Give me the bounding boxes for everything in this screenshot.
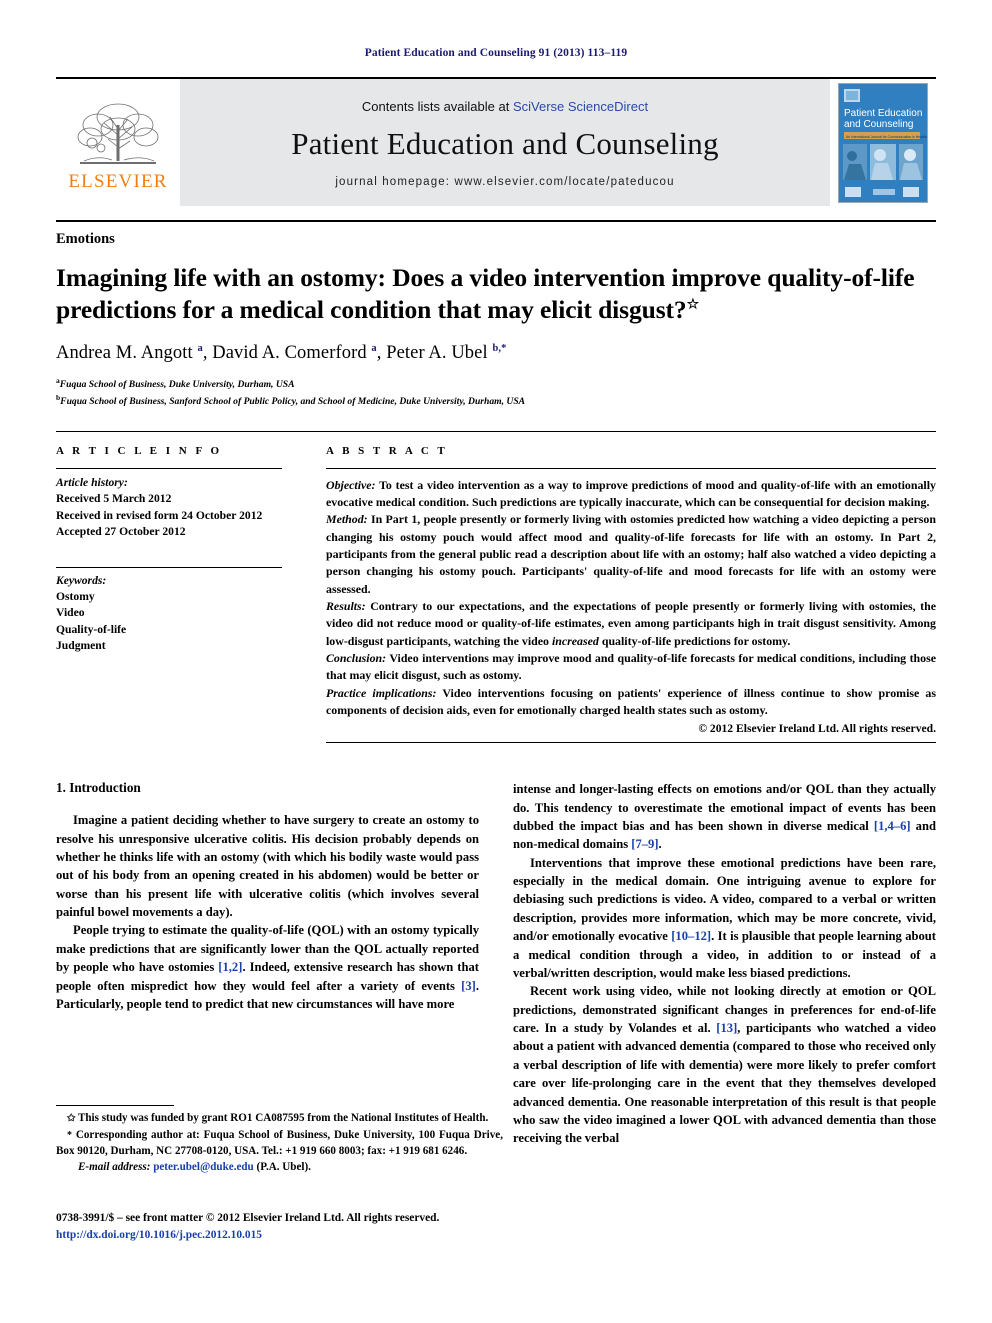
abstract-column: A B S T R A C T Objective: To test a vid… [304, 444, 936, 744]
footnote-text: ✩ This study was funded by grant RO1 CA0… [56, 1110, 503, 1175]
imprint-front-matter: 0738-3991/$ – see front matter © 2012 El… [56, 1212, 440, 1224]
citation-reference[interactable]: [10–12] [671, 929, 711, 943]
elsevier-tree-icon [77, 103, 159, 164]
body-text-right: intense and longer-lasting effects on em… [513, 780, 936, 1148]
journal-cover-thumbnail: Patient Education and Counseling An Inte… [838, 82, 928, 203]
footnote-rule [56, 1105, 174, 1106]
elsevier-logo-block: ELSEVIER [56, 79, 180, 206]
article-history-label: Article history: [56, 475, 128, 489]
citation-reference[interactable]: [7–9] [631, 837, 658, 851]
keywords-block: Keywords: Ostomy Video Quality-of-life J… [56, 573, 282, 655]
svg-text:Patient Education: Patient Education [844, 108, 922, 119]
abstract-bottom-rule [326, 742, 936, 744]
abstract-section: Results: Contrary to our expectations, a… [326, 598, 936, 650]
abstract-section-label: Conclusion: [326, 650, 387, 665]
sciencedirect-link[interactable]: SciVerse ScienceDirect [513, 99, 648, 114]
abstract-section: Objective: To test a video intervention … [326, 477, 936, 512]
article-info-column: A R T I C L E I N F O Article history: R… [56, 445, 304, 743]
doi-link[interactable]: http://dx.doi.org/10.1016/j.pec.2012.10.… [56, 1227, 516, 1244]
body-column-left: 1. Introduction Imagine a patient decidi… [56, 780, 479, 1148]
introduction-heading: 1. Introduction [56, 780, 141, 796]
journal-article-page: Patient Education and Counseling 91 (201… [0, 0, 992, 1323]
running-head: Patient Education and Counseling 91 (201… [364, 47, 628, 59]
footnote-funding-marker: ✩ [67, 1113, 76, 1124]
contents-available-line: Contents lists available at SciVerse Sci… [362, 99, 648, 114]
body-text-left: Imagine a patient deciding whether to ha… [56, 811, 479, 1013]
keyword-item: Ostomy [56, 590, 95, 604]
body-paragraph: Imagine a patient deciding whether to ha… [56, 813, 479, 919]
author-list: Andrea M. Angott a, David A. Comerford a… [56, 343, 507, 364]
footnotes-block: ✩ This study was funded by grant RO1 CA0… [56, 1105, 503, 1175]
keywords-label: Keywords: [56, 573, 107, 587]
journal-homepage[interactable]: journal homepage: www.elsevier.com/locat… [335, 176, 674, 188]
citation-reference[interactable]: [3] [461, 979, 476, 993]
article-history: Article history: Received 5 March 2012 R… [56, 475, 282, 541]
body-paragraph: Recent work using video, while not looki… [513, 984, 936, 1146]
abstract-section-text: Contrary to our expectations, and the ex… [326, 598, 936, 648]
info-abstract-region: A R T I C L E I N F O Article history: R… [56, 430, 936, 744]
abstract-heading: A B S T R A C T [326, 444, 448, 457]
svg-text:and Counseling: and Counseling [844, 119, 914, 130]
article-info-rule [56, 467, 282, 469]
abstract-section: Practice implications: Video interventio… [326, 685, 936, 720]
keywords-rule [56, 566, 282, 568]
abstract-copyright: © 2012 Elsevier Ireland Ltd. All rights … [698, 722, 936, 736]
footnote-corresponding-text: Corresponding author at: Fuqua School of… [56, 1128, 503, 1158]
journal-title: Patient Education and Counseling [291, 125, 719, 161]
email-link[interactable]: peter.ubel@duke.edu [153, 1161, 254, 1173]
keyword-item: Quality-of-life [56, 622, 127, 636]
abstract-section: Method: In Part 1, people presently or f… [326, 511, 936, 598]
article-section-label: Emotions [56, 231, 115, 247]
email-label: E-mail address: [78, 1161, 151, 1174]
abstract-section-text: In Part 1, people presently or formerly … [326, 512, 936, 596]
title-footnote-marker: ☆ [686, 297, 700, 313]
article-info-heading: A R T I C L E I N F O [56, 444, 223, 457]
citation-reference[interactable]: [1,2] [218, 960, 242, 974]
abstract-section: Conclusion: Video interventions may impr… [326, 650, 936, 685]
history-revised: Received in revised form 24 October 2012 [56, 508, 263, 522]
body-paragraph: People trying to estimate the quality-of… [56, 923, 479, 1011]
abstract-section-label: Method: [326, 512, 368, 527]
keyword-item: Judgment [56, 639, 106, 653]
affiliation-text-a: Fuqua School of Business, Duke Universit… [59, 379, 295, 391]
affiliation-list: aFuqua School of Business, Duke Universi… [56, 376, 936, 408]
body-columns: 1. Introduction Imagine a patient decidi… [56, 780, 936, 1148]
affiliation-text-b: Fuqua School of Business, Sanford School… [60, 395, 526, 407]
citation-reference[interactable]: [1,4–6] [874, 819, 911, 833]
history-received: Received 5 March 2012 [56, 492, 172, 506]
masthead-center: Contents lists available at SciVerse Sci… [180, 79, 830, 206]
footnote-email: E-mail address: peter.ubel@duke.edu (P.A… [56, 1159, 503, 1175]
affiliation-b: bFuqua School of Business, Sanford Schoo… [56, 393, 936, 409]
journal-cover-art: Patient Education and Counseling An Inte… [839, 83, 927, 202]
citation-reference[interactable]: [13] [716, 1021, 737, 1035]
elsevier-wordmark: ELSEVIER [68, 170, 168, 192]
footnote-funding: ✩ This study was funded by grant RO1 CA0… [56, 1110, 503, 1127]
keyword-item: Video [56, 606, 85, 620]
body-paragraph: Interventions that improve these emotion… [513, 855, 936, 980]
body-column-right: intense and longer-lasting effects on em… [513, 780, 936, 1148]
journal-masthead: ELSEVIER Contents lists available at Sci… [56, 77, 936, 206]
abstract-section-label: Results: [326, 598, 366, 613]
imprint-block: 0738-3991/$ – see front matter © 2012 El… [56, 1210, 516, 1244]
email-owner: (P.A. Ubel). [256, 1161, 311, 1174]
footnote-funding-text: This study was funded by grant RO1 CA087… [77, 1112, 489, 1124]
footnote-corresponding: * Corresponding author at: Fuqua School … [56, 1127, 503, 1160]
body-paragraph: intense and longer-lasting effects on em… [513, 782, 936, 852]
journal-cover-block: Patient Education and Counseling An Inte… [830, 79, 936, 206]
abstract-section-text: Video interventions may improve mood and… [326, 650, 936, 683]
affiliation-a: aFuqua School of Business, Duke Universi… [56, 376, 936, 392]
abstract-section-text: To test a video intervention as a way to… [326, 477, 936, 510]
abstract-section-label: Objective: [326, 477, 376, 492]
abstract-rule [326, 467, 936, 469]
elsevier-logo: ELSEVIER [64, 95, 172, 191]
history-accepted: Accepted 27 October 2012 [56, 525, 186, 539]
abstract-body: Objective: To test a video intervention … [326, 477, 936, 719]
contents-prefix: Contents lists available at [361, 98, 513, 114]
footnote-corresponding-marker: * [67, 1129, 72, 1141]
article-title-text: Imagining life with an ostomy: Does a vi… [56, 263, 915, 324]
page-title: Imagining life with an ostomy: Does a vi… [56, 262, 936, 325]
article-head-rule [56, 220, 936, 222]
svg-text:An International Journal for C: An International Journal for Communicati… [846, 135, 927, 139]
abstract-section-label: Practice implications: [326, 685, 437, 700]
